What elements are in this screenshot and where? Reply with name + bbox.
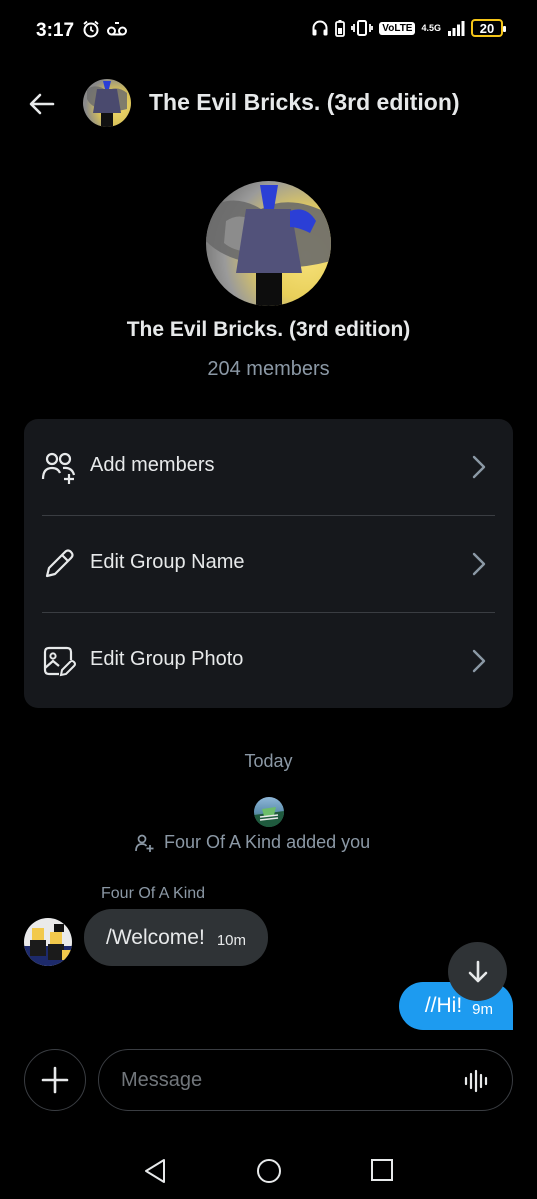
signal-icon	[448, 21, 465, 36]
message-time: 10m	[216, 931, 246, 949]
arrow-left-icon[interactable]	[26, 88, 58, 120]
message-text: //Hi!	[424, 994, 463, 1017]
plus-icon	[41, 1066, 69, 1094]
voicemail-icon	[107, 22, 127, 36]
network-type: 4.5G	[421, 22, 441, 33]
system-message: Four Of A Kind added you	[134, 832, 370, 853]
battery-saver-icon	[335, 20, 346, 37]
message-time: 9m	[472, 1000, 493, 1018]
headphones-icon	[312, 20, 328, 36]
group-avatar[interactable]	[206, 181, 331, 306]
header-group-avatar[interactable]	[83, 79, 131, 127]
status-time: 3:17	[36, 20, 75, 41]
add-users-icon	[41, 452, 76, 484]
nav-home-icon[interactable]	[256, 1158, 282, 1184]
chevron-right-icon	[472, 552, 486, 576]
status-bar: 3:17 VoLTE 4.5G 20	[0, 0, 537, 62]
system-message-text: Four Of A Kind added you	[164, 832, 371, 852]
group-actions-card: Add members Edit Group Name Edit Group P…	[24, 419, 513, 708]
day-separator: Today	[244, 751, 293, 771]
scroll-to-bottom-button[interactable]	[448, 942, 507, 1001]
message-text: /Welcome!	[106, 925, 205, 949]
message-input[interactable]	[121, 1064, 441, 1096]
voice-message-icon[interactable]	[464, 1068, 490, 1094]
chevron-right-icon	[472, 455, 486, 479]
message-composer	[98, 1049, 513, 1111]
nav-recents-icon[interactable]	[371, 1159, 393, 1181]
edit-group-photo-label: Edit Group Photo	[90, 648, 244, 670]
group-name: The Evil Bricks. (3rd edition)	[126, 318, 411, 341]
user-added-icon	[135, 834, 154, 852]
add-members-label: Add members	[90, 454, 215, 476]
add-members-row[interactable]: Add members	[24, 419, 513, 515]
add-attachment-button[interactable]	[24, 1049, 86, 1111]
volte-badge: VoLTE	[379, 21, 416, 35]
incoming-message-bubble[interactable]: /Welcome! 10m	[84, 909, 268, 966]
system-nav-bar	[0, 1140, 537, 1199]
edit-group-name-row[interactable]: Edit Group Name	[24, 516, 513, 612]
chat-header: The Evil Bricks. (3rd edition)	[0, 62, 537, 144]
header-title[interactable]: The Evil Bricks. (3rd edition)	[149, 89, 460, 116]
nav-back-icon[interactable]	[143, 1158, 167, 1184]
alarm-icon	[83, 20, 99, 38]
sender-name: Four Of A Kind	[101, 885, 206, 902]
pencil-icon	[45, 549, 74, 578]
edit-group-photo-row[interactable]: Edit Group Photo	[24, 613, 513, 709]
arrow-down-icon	[468, 960, 487, 982]
member-count[interactable]: 204 members	[0, 358, 537, 381]
image-edit-icon	[43, 646, 76, 677]
vibrate-icon	[351, 20, 374, 36]
chevron-right-icon	[472, 649, 486, 673]
edit-group-name-label: Edit Group Name	[90, 551, 245, 573]
status-left-icons	[82, 20, 128, 38]
sender-avatar[interactable]	[24, 918, 72, 966]
battery-indicator: 20	[471, 19, 506, 37]
system-message-avatar[interactable]	[254, 797, 284, 827]
status-right-icons: VoLTE 4.5G 20	[311, 19, 506, 37]
